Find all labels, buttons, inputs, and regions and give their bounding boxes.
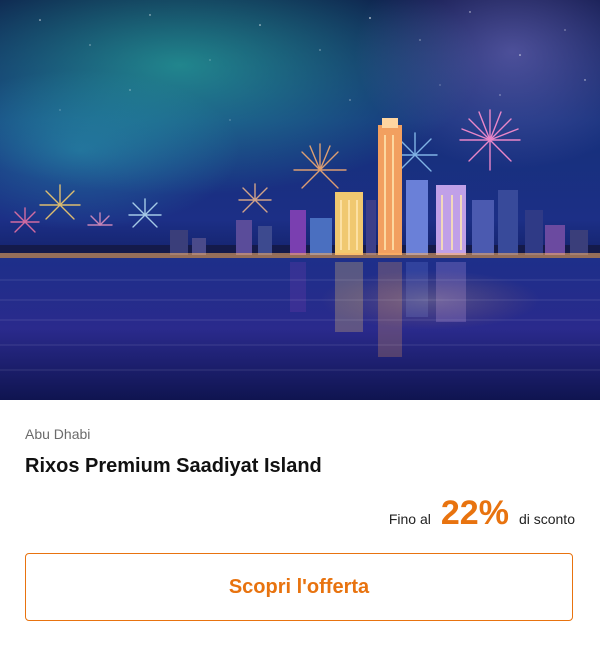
- offer-card[interactable]: Abu Dhabi Rixos Premium Saadiyat Island …: [0, 0, 600, 648]
- discover-offer-button[interactable]: Scopri l'offerta: [25, 553, 573, 621]
- discount-percentage: 22%: [440, 494, 509, 532]
- hotel-name[interactable]: Rixos Premium Saadiyat Island: [25, 455, 322, 478]
- discount-suffix: di sconto: [518, 511, 575, 527]
- discount-prefix: Fino al: [388, 511, 431, 527]
- location-label: Abu Dhabi: [25, 426, 91, 442]
- hotel-image[interactable]: [0, 0, 600, 400]
- discount-info: Fino al 22% di sconto: [389, 494, 575, 533]
- night-skyline-fireworks-illustration: [0, 0, 600, 400]
